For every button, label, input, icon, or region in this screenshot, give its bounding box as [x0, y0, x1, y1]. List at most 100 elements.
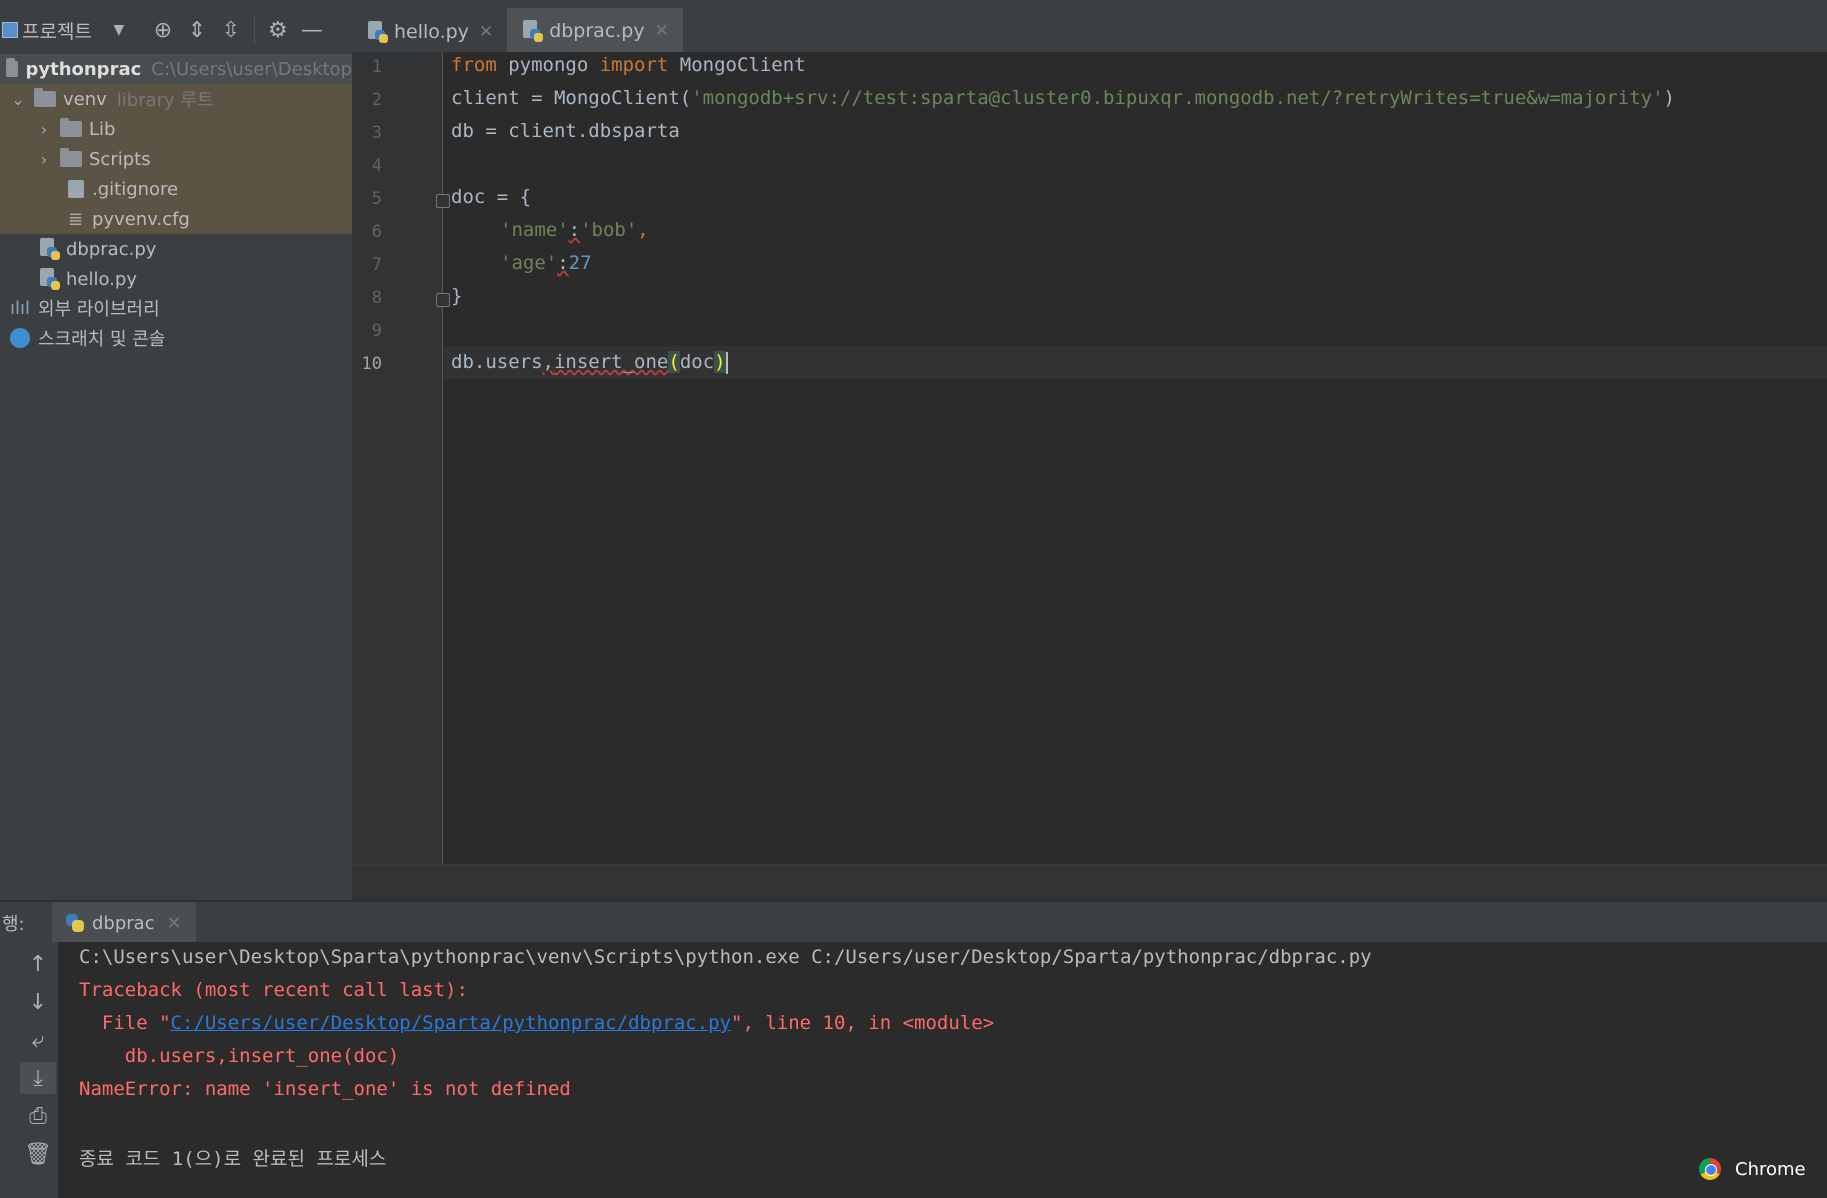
tree-item-label: Scripts	[89, 148, 151, 170]
tree-item-label: pythonprac	[25, 58, 142, 80]
tree-item-hello-py[interactable]: hello.py	[0, 264, 352, 294]
tree-item-pyvenv-cfg[interactable]: ≣ pyvenv.cfg	[0, 204, 352, 234]
keyword: from	[451, 54, 497, 76]
folder-icon	[60, 148, 82, 167]
tab-dbprac-py[interactable]: dbprac.py ✕	[507, 8, 683, 56]
paren: (	[668, 351, 680, 373]
python-file-icon	[368, 21, 388, 43]
fold-icon[interactable]	[436, 293, 450, 307]
folder-icon	[34, 88, 56, 107]
code-text: doc	[679, 351, 715, 373]
run-tab-label: dbprac	[92, 912, 155, 934]
code-text: :	[568, 219, 581, 241]
print-icon[interactable]: ⎙	[20, 1100, 56, 1132]
chevron-down-icon[interactable]: ⌄	[8, 90, 28, 109]
toolbar-divider	[253, 16, 255, 44]
tree-item-label: hello.py	[66, 268, 137, 290]
text-caret	[725, 351, 728, 374]
keyword: import	[599, 54, 669, 76]
console-file-link[interactable]: C:/Users/user/Desktop/Sparta/pythonprac/…	[171, 1012, 732, 1034]
tree-item-label: pyvenv.cfg	[92, 208, 190, 230]
close-icon[interactable]: ✕	[479, 22, 493, 42]
chrome-icon	[1699, 1158, 1721, 1180]
python-file-icon	[523, 19, 544, 42]
trash-icon[interactable]: 🗑	[20, 1138, 56, 1170]
fold-icon[interactable]	[436, 194, 450, 208]
down-arrow-icon[interactable]: ↓	[20, 986, 56, 1018]
run-tab-dbprac[interactable]: dbprac ✕	[52, 902, 196, 944]
folder-icon	[5, 58, 19, 77]
tree-item-external-libraries[interactable]: ılıl 외부 라이브러리	[0, 293, 352, 323]
tree-item-label: 스크래치 및 콘솔	[38, 329, 166, 350]
line-number: 8	[371, 288, 382, 308]
string-literal: 'name'	[500, 219, 569, 241]
string-literal: 'age'	[500, 252, 558, 274]
console-text: File "	[79, 1012, 171, 1034]
code-text: db.users	[451, 351, 543, 373]
tree-item-label: .gitignore	[92, 178, 179, 200]
console-exit: 종료 코드 1(으)로 완료된 프로세스	[79, 1148, 387, 1170]
line-number: 3	[371, 123, 382, 143]
up-arrow-icon[interactable]: ↑	[20, 948, 56, 980]
tree-item-scripts[interactable]: › Scripts	[0, 144, 352, 174]
project-view-icon	[2, 22, 18, 38]
tree-item-hint: library 루트	[116, 90, 214, 111]
code-line-8: }	[451, 285, 463, 307]
ignore-file-icon	[68, 180, 84, 198]
tree-item-scratches[interactable]: 스크래치 및 콘솔	[0, 323, 352, 353]
run-label: 행:	[2, 914, 25, 935]
project-view-label[interactable]: 프로젝트	[22, 17, 92, 44]
chevron-right-icon[interactable]: ›	[34, 150, 54, 169]
locate-icon[interactable]: ⊕	[146, 13, 180, 47]
code-text: ,	[637, 219, 649, 241]
code-line-5: doc = {	[451, 186, 532, 208]
line-number: 2	[371, 90, 382, 110]
tree-item-dbprac-py[interactable]: dbprac.py	[0, 234, 352, 264]
dropdown-icon[interactable]: ▼	[102, 13, 136, 47]
line-number-current: 10	[361, 354, 382, 374]
run-toolwindow-header: 행: dbprac ✕	[0, 900, 1827, 944]
scroll-to-end-icon[interactable]: ⤓	[20, 1062, 56, 1094]
code-editor[interactable]: 1 2 3 4 5 6 7 8 9 10 from pymongo import…	[352, 52, 1827, 901]
soft-wrap-icon[interactable]: ⤶	[20, 1024, 56, 1056]
gutter-divider	[442, 52, 443, 864]
line-number: 5	[371, 189, 382, 209]
tree-item-gitignore[interactable]: .gitignore	[0, 174, 352, 204]
code-line-2: client = MongoClient('mongodb+srv://test…	[451, 87, 1675, 109]
chrome-taskbar-toast[interactable]: Chrome	[1675, 1140, 1827, 1198]
line-number: 1	[371, 57, 382, 77]
number-literal: 27	[568, 252, 592, 274]
code-line-7: 'age':27	[500, 252, 592, 274]
unresolved-reference: insert_one	[553, 351, 669, 373]
close-icon[interactable]: ✕	[655, 21, 669, 41]
chevron-right-icon[interactable]: ›	[34, 120, 54, 139]
minimize-icon[interactable]: —	[295, 13, 329, 47]
paren: )	[714, 351, 726, 373]
code-text: )	[1663, 87, 1675, 109]
tree-item-pythonprac[interactable]: pythonprac C:\Users\user\Desktop	[0, 54, 352, 84]
expand-all-icon[interactable]: ⇕	[180, 13, 214, 47]
folder-icon	[60, 118, 82, 137]
run-console[interactable]: C:\Users\user\Desktop\Sparta\pythonprac\…	[58, 942, 1827, 1198]
console-traceback: Traceback (most recent call last):	[79, 979, 468, 1001]
line-number: 7	[371, 255, 382, 275]
console-command: C:\Users\user\Desktop\Sparta\pythonprac\…	[79, 946, 1372, 968]
config-file-icon: ≣	[68, 208, 84, 230]
gear-icon[interactable]: ⚙	[261, 13, 295, 47]
code-line-10: db.users,insert_one(doc)	[451, 351, 728, 374]
string-literal: 'bob'	[580, 219, 638, 241]
tree-item-venv[interactable]: ⌄ venv library 루트	[0, 84, 352, 114]
tree-item-label: dbprac.py	[66, 238, 157, 260]
collapse-all-icon[interactable]: ⇳	[214, 13, 248, 47]
code-line-1: from pymongo import MongoClient	[451, 54, 806, 76]
python-file-icon	[40, 238, 60, 260]
close-icon[interactable]: ✕	[167, 913, 182, 934]
line-number: 4	[371, 156, 382, 176]
line-number: 9	[371, 321, 382, 341]
code-text: client = MongoClient(	[451, 87, 692, 109]
tab-hello-py[interactable]: hello.py ✕	[352, 8, 507, 56]
tab-label: hello.py	[394, 21, 469, 43]
line-number: 6	[371, 222, 382, 242]
library-icon: ılıl	[10, 297, 31, 319]
tree-item-lib[interactable]: › Lib	[0, 114, 352, 144]
